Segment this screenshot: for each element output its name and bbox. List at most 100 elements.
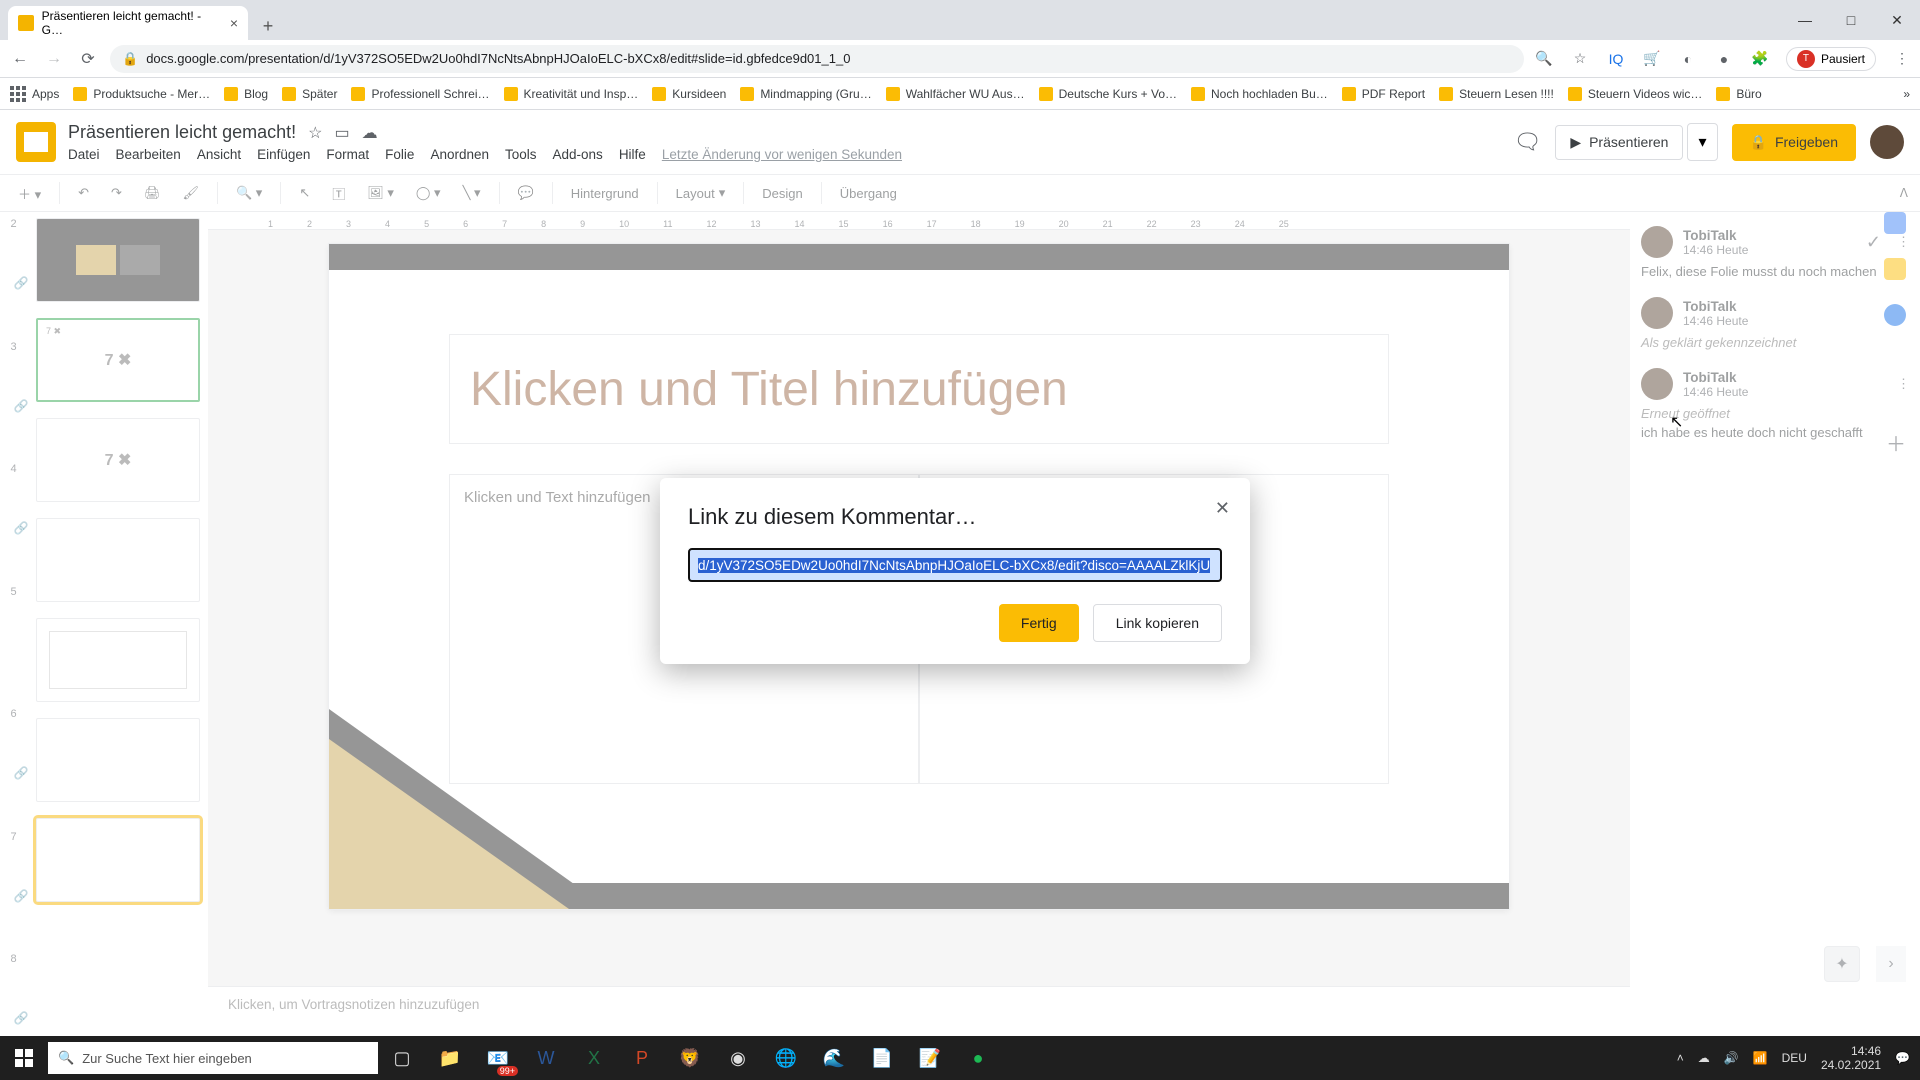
print-button[interactable]: 🖨 (138, 181, 167, 205)
menu-slide[interactable]: Folie (385, 147, 414, 162)
shape-tool[interactable]: ◯ ▾ (410, 181, 447, 205)
notepad-icon[interactable]: 📝 (906, 1036, 954, 1080)
new-tab-button[interactable]: + (254, 12, 282, 40)
browser-tab[interactable]: Präsentieren leicht gemacht! - G… × (8, 6, 248, 40)
zoom-icon[interactable]: 🔍 (1534, 49, 1554, 69)
app-icon[interactable]: 📄 (858, 1036, 906, 1080)
bookmark-item[interactable]: Wahlfächer WU Aus… (886, 87, 1025, 101)
bookmark-item[interactable]: Produktsuche - Mer… (73, 87, 210, 101)
select-tool[interactable]: ↖ (293, 181, 316, 205)
filmstrip[interactable]: 7 ✖7 ✖ 7 ✖ (28, 212, 208, 1036)
extension-circle-icon[interactable]: ◐ (1678, 49, 1698, 69)
address-bar[interactable]: 🔒 docs.google.com/presentation/d/1yV372S… (110, 45, 1524, 73)
extensions-puzzle-icon[interactable]: 🧩 (1750, 49, 1770, 69)
textbox-tool[interactable]: 🅃 (326, 180, 351, 207)
forward-button[interactable]: → (42, 47, 66, 71)
wifi-icon[interactable]: 📶 (1753, 1051, 1768, 1065)
close-tab-icon[interactable]: × (230, 15, 238, 31)
calendar-icon[interactable] (1884, 212, 1906, 234)
done-button[interactable]: Fertig (999, 604, 1079, 642)
move-icon[interactable]: ▭ (334, 123, 349, 143)
bookmark-item[interactable]: Steuern Videos wic… (1568, 87, 1703, 101)
notifications-icon[interactable]: 💬 (1895, 1051, 1910, 1065)
menu-arrange[interactable]: Anordnen (430, 147, 489, 162)
undo-button[interactable]: ↶ (72, 181, 95, 205)
minimize-button[interactable]: — (1782, 0, 1828, 40)
slide-thumbnail[interactable]: 7 ✖ (36, 418, 200, 502)
account-avatar[interactable] (1870, 125, 1904, 159)
comment-menu-icon[interactable]: ⋮ (1897, 376, 1910, 392)
back-button[interactable]: ← (8, 47, 32, 71)
chrome-icon[interactable]: 🌐 (762, 1036, 810, 1080)
share-button[interactable]: 🔒 Freigeben (1732, 124, 1856, 161)
brave-icon[interactable]: 🦁 (666, 1036, 714, 1080)
next-panel-arrow-icon[interactable]: › (1876, 946, 1906, 982)
mail-icon[interactable]: 📧99+ (474, 1036, 522, 1080)
zoom-button[interactable]: 🔍 ▾ (230, 181, 268, 205)
collapse-toolbar-icon[interactable]: ᐱ (1900, 186, 1908, 200)
keep-icon[interactable] (1884, 258, 1906, 280)
cloud-saved-icon[interactable]: ☁ (362, 123, 378, 143)
bookmark-item[interactable]: Noch hochladen Bu… (1191, 87, 1328, 101)
bookmark-item[interactable]: Deutsche Kurs + Vo… (1039, 87, 1177, 101)
menu-addons[interactable]: Add-ons (553, 147, 603, 162)
menu-file[interactable]: Datei (68, 147, 100, 162)
menu-insert[interactable]: Einfügen (257, 147, 310, 162)
menu-format[interactable]: Format (326, 147, 369, 162)
speaker-notes[interactable]: Klicken, um Vortragsnotizen hinzuzufügen (208, 986, 1630, 1036)
slide-thumbnail[interactable] (36, 218, 200, 302)
document-title[interactable]: Präsentieren leicht gemacht! (68, 122, 296, 143)
tray-chevron-icon[interactable]: ˄ (1677, 1051, 1684, 1065)
close-window-button[interactable]: ✕ (1874, 0, 1920, 40)
explore-button[interactable]: ✦ (1824, 946, 1860, 982)
copy-link-button[interactable]: Link kopieren (1093, 604, 1222, 642)
comment-button[interactable]: 💬 (512, 181, 540, 205)
bookmark-item[interactable]: Büro (1716, 87, 1761, 101)
powerpoint-icon[interactable]: P (618, 1036, 666, 1080)
slide-thumbnail[interactable] (36, 518, 200, 602)
bookmark-item[interactable]: Mindmapping (Gru… (740, 87, 871, 101)
slide-thumbnail[interactable] (36, 618, 200, 702)
slide-thumbnail[interactable]: 7 ✖7 ✖ (36, 318, 200, 402)
excel-icon[interactable]: X (570, 1036, 618, 1080)
onedrive-icon[interactable]: ☁ (1698, 1051, 1710, 1065)
menu-help[interactable]: Hilfe (619, 147, 646, 162)
bookmark-item[interactable]: Kreativität und Insp… (504, 87, 639, 101)
spotify-icon[interactable]: ● (954, 1036, 1002, 1080)
bookmarks-overflow-icon[interactable]: » (1903, 87, 1910, 101)
bookmark-item[interactable]: Blog (224, 87, 268, 101)
language-indicator[interactable]: DEU (1782, 1051, 1807, 1065)
theme-button[interactable]: Design (756, 182, 808, 205)
edge-icon[interactable]: 🌊 (810, 1036, 858, 1080)
apps-shortcut[interactable]: Apps (10, 86, 59, 102)
image-tool[interactable]: 🖼 ▾ (361, 181, 400, 205)
slide-thumbnail[interactable] (36, 718, 200, 802)
slides-logo-icon[interactable] (16, 122, 56, 162)
word-icon[interactable]: W (522, 1036, 570, 1080)
bookmark-item[interactable]: PDF Report (1342, 87, 1425, 101)
paint-format-button[interactable]: 🖌 (176, 181, 205, 205)
layout-button[interactable]: Layout ▾ (670, 181, 732, 205)
start-button[interactable] (0, 1036, 48, 1080)
star-icon[interactable]: ☆ (308, 123, 322, 143)
volume-icon[interactable]: 🔊 (1724, 1051, 1739, 1065)
windows-search-input[interactable]: 🔍 Zur Suche Text hier eingeben (48, 1042, 378, 1074)
extension-icon[interactable]: IQ (1606, 49, 1626, 69)
slide-thumbnail-selected[interactable] (36, 818, 200, 902)
bookmark-star-icon[interactable]: ☆ (1570, 49, 1590, 69)
redo-button[interactable]: ↷ (105, 181, 128, 205)
maximize-button[interactable]: □ (1828, 0, 1874, 40)
comment-link-input[interactable] (688, 548, 1222, 582)
clock[interactable]: 14:46 24.02.2021 (1821, 1044, 1881, 1073)
obs-icon[interactable]: ◉ (714, 1036, 762, 1080)
bookmark-item[interactable]: Später (282, 87, 337, 101)
close-dialog-icon[interactable]: ✕ (1215, 498, 1230, 519)
present-button[interactable]: ▶ Präsentieren (1555, 125, 1683, 160)
comment-thread[interactable]: TobiTalk 14:46 Heute ⋮ Erneut geöffnet i… (1641, 368, 1910, 440)
comment-history-icon[interactable]: 🗨 (1513, 129, 1541, 155)
menu-tools[interactable]: Tools (505, 147, 537, 162)
bookmark-item[interactable]: Kursideen (652, 87, 726, 101)
present-dropdown[interactable]: ▾ (1687, 123, 1717, 161)
extension-cart-icon[interactable]: 🛒 (1642, 49, 1662, 69)
background-button[interactable]: Hintergrund (565, 182, 645, 205)
